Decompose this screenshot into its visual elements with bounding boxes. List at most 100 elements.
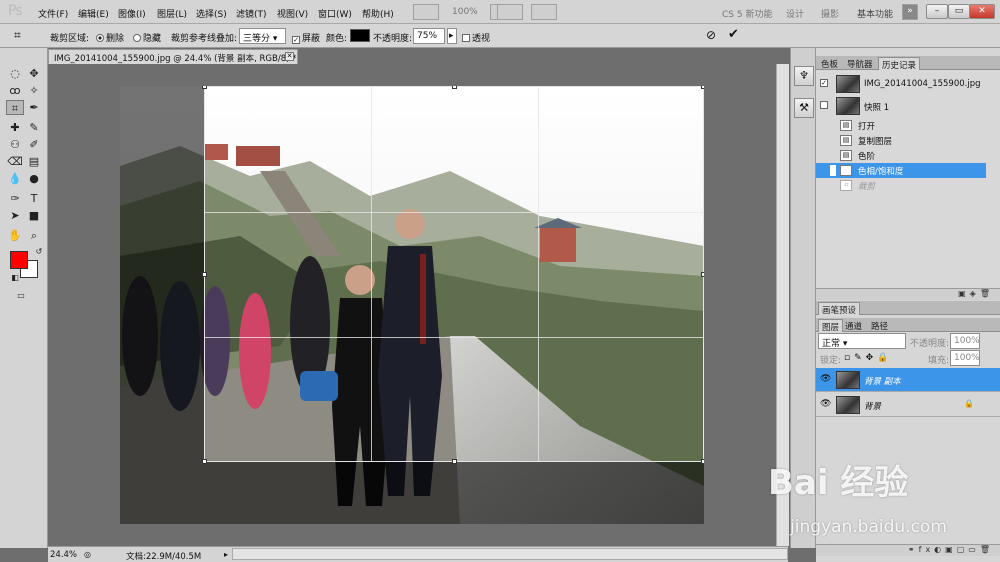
tool-options-icon[interactable]: ⚒ [794, 98, 814, 118]
tab-close-icon[interactable]: ✕ [285, 52, 294, 61]
blend-mode-select[interactable]: 正常 ▾ [818, 333, 906, 349]
crop-box[interactable] [202, 86, 704, 464]
menu-view[interactable]: 视图(V) [277, 7, 308, 20]
marquee-tool-icon[interactable]: ◌ [6, 66, 24, 81]
minimize-icon[interactable]: – [926, 4, 948, 19]
layer-row-selected[interactable]: 👁 背景 副本 [816, 368, 1000, 392]
screen-mode-button[interactable] [413, 4, 439, 20]
brush-tool-icon[interactable]: ✎ [25, 120, 43, 135]
workspace-photography[interactable]: 摄影 [821, 7, 839, 20]
menu-file[interactable]: 文件(F) [38, 7, 68, 20]
crop-handle-right[interactable] [701, 272, 704, 277]
document-tab[interactable]: IMG_20141004_155900.jpg @ 24.4% (背景 副本, … [48, 49, 298, 64]
tool-presets-icon[interactable]: ♆ [794, 66, 814, 86]
workspace-new-features[interactable]: CS 5 新功能 [722, 7, 772, 20]
layer-visibility-eye-icon[interactable]: 👁 [820, 374, 831, 384]
type-tool-icon[interactable]: T [25, 191, 43, 206]
shape-tool-icon[interactable]: ■ [25, 208, 43, 223]
tab-swatches[interactable]: 色板 [818, 57, 841, 70]
hide-radio[interactable]: 隐藏 [133, 31, 161, 44]
workspace-essentials[interactable]: 基本功能 [857, 7, 893, 20]
menu-select[interactable]: 选择(S) [196, 7, 227, 20]
opacity-input[interactable]: 75% [413, 28, 445, 44]
perspective-checkbox[interactable]: 透视 [462, 31, 490, 44]
menu-image[interactable]: 图像(I) [118, 7, 146, 20]
lock-options-icon[interactable]: ▫✎✥🔒 [844, 353, 892, 363]
layer-row[interactable]: 👁 背景 🔒 [816, 393, 1000, 417]
eraser-tool-icon[interactable]: ⌫ [6, 154, 24, 169]
tab-history[interactable]: 历史记录 [878, 57, 921, 71]
status-zoom[interactable]: 24.4% [50, 550, 77, 560]
layer-opacity-input[interactable]: 100% [950, 333, 980, 349]
tab-channels[interactable]: 通道 [842, 319, 865, 332]
dodge-tool-icon[interactable]: ● [25, 171, 43, 186]
blur-tool-icon[interactable]: 💧 [6, 171, 24, 186]
history-brush-tool-icon[interactable]: ✐ [25, 137, 43, 152]
restore-icon[interactable]: ▭ [948, 4, 970, 19]
status-menu-arrow-icon[interactable]: ▸ [224, 550, 228, 559]
overlay-select[interactable]: 三等分 ▾ [239, 28, 286, 44]
close-icon[interactable]: ✕ [969, 4, 995, 19]
opacity-dropdown-icon[interactable]: ▸ [447, 28, 457, 44]
history-step-row[interactable]: ▤ 复制图层 [816, 133, 986, 148]
cancel-icon[interactable]: ⊘ [706, 28, 716, 42]
healing-brush-tool-icon[interactable]: ✚ [6, 120, 24, 135]
menu-help[interactable]: 帮助(H) [362, 7, 394, 20]
quick-mask-icon[interactable]: ▭ [12, 288, 30, 303]
menu-filter[interactable]: 滤镜(T) [236, 7, 267, 20]
history-step-row-pending[interactable]: ⌗ 裁剪 [816, 178, 986, 193]
crop-handle-left[interactable] [202, 272, 207, 277]
crop-handle-top[interactable] [452, 86, 457, 89]
history-step-row-selected[interactable]: ▤ 色相/饱和度 [816, 163, 986, 178]
menu-window[interactable]: 窗口(W) [318, 7, 352, 20]
history-step-row[interactable]: ▤ 色阶 [816, 148, 986, 163]
zoom-tool-icon[interactable]: ⌕ [25, 228, 43, 243]
fill-input[interactable]: 100% [950, 350, 980, 366]
tab-layers[interactable]: 图层 [818, 319, 844, 333]
zoom-level[interactable]: 100% [452, 7, 478, 17]
workspace-design[interactable]: 设计 [786, 7, 804, 20]
more-workspaces-icon[interactable]: » [902, 4, 918, 20]
pen-tool-icon[interactable]: ✑ [6, 191, 24, 206]
clone-stamp-tool-icon[interactable]: ⚇ [6, 137, 24, 152]
default-colors-icon[interactable]: ◧ [6, 270, 24, 285]
screen-toggle-button[interactable] [531, 4, 557, 20]
document-image[interactable] [120, 86, 704, 524]
layers-panel-footer[interactable]: ⚭fx◐▣▢▭🗑 [816, 544, 1000, 556]
shield-color-swatch[interactable] [350, 29, 370, 42]
tab-navigator[interactable]: 导航器 [844, 57, 876, 70]
magic-wand-tool-icon[interactable]: ✧ [25, 83, 43, 98]
history-snapshot-row[interactable]: ✓ IMG_20141004_155900.jpg [816, 73, 986, 95]
crop-tool-icon[interactable]: ⌗ [14, 28, 21, 43]
swap-colors-icon[interactable]: ↺ [30, 244, 48, 259]
lasso-tool-icon[interactable]: ꝏ [6, 83, 24, 98]
horizontal-scrollbar[interactable] [232, 548, 788, 560]
crop-handle-top-left[interactable] [202, 86, 207, 89]
layer-visibility-eye-icon[interactable]: 👁 [820, 399, 831, 409]
crop-handle-bottom[interactable] [452, 459, 457, 464]
crop-tool-icon[interactable]: ⌗ [6, 100, 24, 115]
move-tool-icon[interactable]: ✥ [25, 66, 43, 81]
menu-layer[interactable]: 图层(L) [157, 7, 187, 20]
history-snapshot-row[interactable]: 快照 1 [816, 95, 986, 117]
history-snapshot-label: IMG_20141004_155900.jpg [864, 79, 981, 89]
tab-brush-presets[interactable]: 画笔预设 [818, 302, 861, 316]
foreground-color-swatch[interactable] [10, 251, 28, 269]
menu-edit[interactable]: 编辑(E) [78, 7, 109, 20]
path-selection-tool-icon[interactable]: ➤ [6, 208, 24, 223]
crop-handle-top-right[interactable] [701, 86, 704, 89]
crop-handle-bottom-right[interactable] [701, 459, 704, 464]
crop-handle-bottom-left[interactable] [202, 459, 207, 464]
gradient-tool-icon[interactable]: ▤ [25, 154, 43, 169]
hand-tool-icon[interactable]: ✋ [6, 228, 24, 243]
delete-radio[interactable]: 删除 [96, 31, 124, 44]
tab-paths[interactable]: 路径 [868, 319, 891, 332]
eyedropper-tool-icon[interactable]: ✒ [25, 100, 43, 115]
history-panel-footer[interactable]: ▣◈🗑 [816, 288, 1000, 300]
status-zoom-icon[interactable]: ◎ [84, 550, 91, 559]
arrange-documents-button[interactable] [497, 4, 523, 20]
shield-checkbox[interactable]: ✓ 屏蔽 [292, 31, 320, 44]
history-step-row[interactable]: ▤ 打开 [816, 118, 986, 133]
commit-icon[interactable]: ✔ [728, 27, 739, 42]
canvas-area[interactable] [48, 64, 790, 546]
